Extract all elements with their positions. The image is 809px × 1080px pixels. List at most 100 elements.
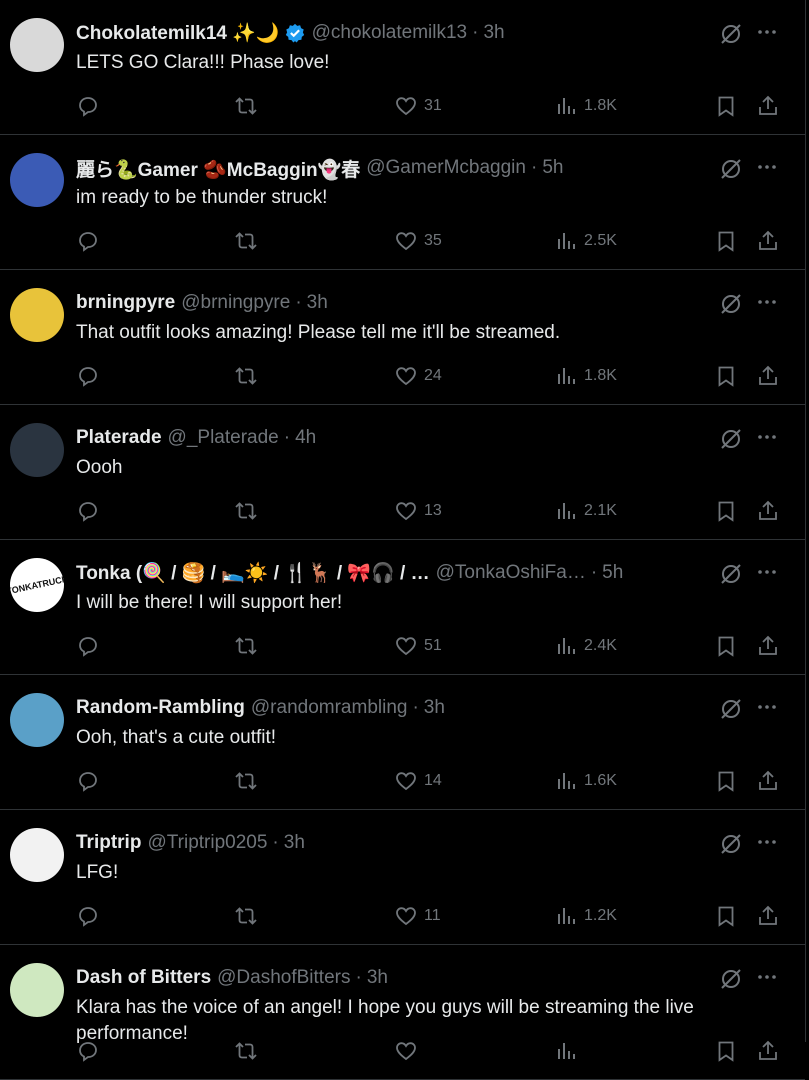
grok-icon[interactable]: [719, 562, 743, 586]
share-button[interactable]: [756, 92, 780, 120]
grok-icon[interactable]: [719, 157, 743, 181]
user-handle[interactable]: @GamerMcbaggin: [366, 157, 526, 179]
views-button[interactable]: 1.8K: [554, 362, 617, 390]
share-button[interactable]: [756, 227, 780, 255]
retweet-button[interactable]: [234, 92, 264, 120]
retweet-button[interactable]: [234, 767, 264, 795]
more-icon[interactable]: [755, 695, 779, 719]
bookmark-button[interactable]: [714, 767, 738, 795]
share-button[interactable]: [756, 497, 780, 525]
avatar[interactable]: [10, 288, 64, 342]
timestamp[interactable]: 3h: [307, 292, 328, 314]
user-handle[interactable]: @DashofBitters: [217, 967, 350, 989]
retweet-button[interactable]: [234, 1037, 264, 1065]
timestamp[interactable]: 3h: [367, 967, 388, 989]
reply-button[interactable]: [76, 497, 106, 525]
views-button[interactable]: 2.5K: [554, 227, 617, 255]
user-handle[interactable]: @brningpyre: [181, 292, 290, 314]
bookmark-button[interactable]: [714, 92, 738, 120]
bookmark-button[interactable]: [714, 497, 738, 525]
like-button[interactable]: 11: [394, 902, 441, 930]
views-button[interactable]: 1.8K: [554, 92, 617, 120]
reply-button[interactable]: [76, 362, 106, 390]
share-button[interactable]: [756, 1037, 780, 1065]
avatar[interactable]: [10, 963, 64, 1017]
bookmark-button[interactable]: [714, 1037, 738, 1065]
reply-button[interactable]: [76, 92, 106, 120]
user-handle[interactable]: @_Platerade: [168, 427, 279, 449]
retweet-button[interactable]: [234, 632, 264, 660]
timestamp[interactable]: 3h: [483, 22, 504, 44]
views-button[interactable]: 2.4K: [554, 632, 617, 660]
more-icon[interactable]: [755, 830, 779, 854]
avatar[interactable]: [10, 18, 64, 72]
avatar[interactable]: [10, 693, 64, 747]
grok-icon[interactable]: [719, 832, 743, 856]
timestamp[interactable]: 3h: [424, 697, 445, 719]
grok-icon[interactable]: [719, 697, 743, 721]
display-name[interactable]: Tonka (🍭 / 🥞 / 🛌☀️ / 🍴🦌 / 🎀🎧 / …: [76, 561, 430, 585]
avatar[interactable]: TONKATRUCK: [10, 558, 64, 612]
display-name[interactable]: Dash of Bitters: [76, 967, 211, 989]
share-button[interactable]: [756, 902, 780, 930]
tweet[interactable]: TONKATRUCK Tonka (🍭 / 🥞 / 🛌☀️ / 🍴🦌 / 🎀🎧 …: [0, 540, 805, 675]
like-button[interactable]: 24: [394, 362, 442, 390]
reply-button[interactable]: [76, 902, 106, 930]
display-name[interactable]: brningpyre: [76, 292, 175, 314]
user-handle[interactable]: @chokolatemilk13: [312, 22, 468, 44]
timestamp[interactable]: 4h: [295, 427, 316, 449]
more-icon[interactable]: [755, 290, 779, 314]
avatar[interactable]: [10, 153, 64, 207]
bookmark-button[interactable]: [714, 632, 738, 660]
like-button[interactable]: 14: [394, 767, 442, 795]
reply-button[interactable]: [76, 767, 106, 795]
reply-button[interactable]: [76, 632, 106, 660]
display-name[interactable]: Triptrip: [76, 832, 141, 854]
display-name[interactable]: Random-Rambling: [76, 697, 245, 719]
grok-icon[interactable]: [719, 22, 743, 46]
bookmark-button[interactable]: [714, 902, 738, 930]
tweet[interactable]: brningpyre @brningpyre · 3h That outfit …: [0, 270, 805, 405]
tweet[interactable]: Dash of Bitters @DashofBitters · 3h Klar…: [0, 945, 805, 1080]
display-name[interactable]: Platerade: [76, 427, 162, 449]
display-name[interactable]: 麗ら🐍Gamer 🫘McBaggin👻春: [76, 155, 360, 182]
timestamp[interactable]: 5h: [542, 157, 563, 179]
like-button[interactable]: 51: [394, 632, 442, 660]
retweet-button[interactable]: [234, 227, 264, 255]
views-button[interactable]: 2.1K: [554, 497, 617, 525]
avatar[interactable]: [10, 423, 64, 477]
share-button[interactable]: [756, 767, 780, 795]
grok-icon[interactable]: [719, 292, 743, 316]
reply-button[interactable]: [76, 227, 106, 255]
share-button[interactable]: [756, 632, 780, 660]
like-button[interactable]: 31: [394, 92, 442, 120]
tweet[interactable]: Triptrip @Triptrip0205 · 3h LFG! 11 1.2K: [0, 810, 805, 945]
reply-button[interactable]: [76, 1037, 106, 1065]
share-button[interactable]: [756, 362, 780, 390]
bookmark-button[interactable]: [714, 227, 738, 255]
user-handle[interactable]: @randomrambling: [251, 697, 408, 719]
tweet[interactable]: Random-Rambling @randomrambling · 3h Ooh…: [0, 675, 805, 810]
views-button[interactable]: 1.6K: [554, 767, 617, 795]
more-icon[interactable]: [755, 155, 779, 179]
like-button[interactable]: 35: [394, 227, 442, 255]
grok-icon[interactable]: [719, 967, 743, 991]
like-button[interactable]: 13: [394, 497, 442, 525]
bookmark-button[interactable]: [714, 362, 738, 390]
views-button[interactable]: 1.2K: [554, 902, 617, 930]
user-handle[interactable]: @TonkaOshiFa…: [436, 562, 586, 584]
views-button[interactable]: [554, 1037, 578, 1065]
timestamp[interactable]: 3h: [284, 832, 305, 854]
tweet[interactable]: Platerade @_Platerade · 4h Oooh 13 2.1K: [0, 405, 805, 540]
retweet-button[interactable]: [234, 497, 264, 525]
more-icon[interactable]: [755, 20, 779, 44]
avatar[interactable]: [10, 828, 64, 882]
display-name[interactable]: Chokolatemilk14 ✨🌙: [76, 21, 280, 45]
tweet[interactable]: Chokolatemilk14 ✨🌙 @chokolatemilk13 · 3h…: [0, 0, 805, 135]
retweet-button[interactable]: [234, 362, 264, 390]
grok-icon[interactable]: [719, 427, 743, 451]
retweet-button[interactable]: [234, 902, 264, 930]
tweet[interactable]: 麗ら🐍Gamer 🫘McBaggin👻春 @GamerMcbaggin · 5h…: [0, 135, 805, 270]
more-icon[interactable]: [755, 560, 779, 584]
timestamp[interactable]: 5h: [602, 562, 623, 584]
